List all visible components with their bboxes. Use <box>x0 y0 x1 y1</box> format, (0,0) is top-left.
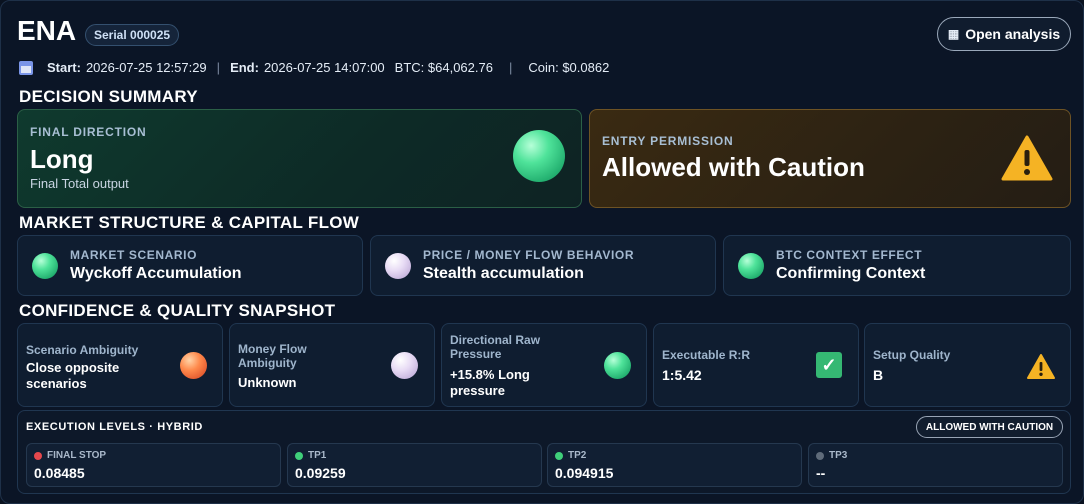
divider: | <box>508 60 513 75</box>
lilac-orb-icon <box>391 352 418 379</box>
money-flow-behavior-value: Stealth accumulation <box>423 265 584 282</box>
btc-price: BTC: $64,062.76 <box>394 60 493 75</box>
scenario-ambiguity-card: Scenario Ambiguity Close opposite scenar… <box>17 323 223 407</box>
end-value: 2026-07-25 14:07:00 <box>263 60 385 75</box>
long-orb-icon <box>513 130 565 182</box>
entry-permission-label: ENTRY PERMISSION <box>602 134 734 148</box>
green-dot-icon <box>295 451 303 460</box>
tp2-label-row: TP2 <box>555 450 586 461</box>
open-analysis-button[interactable]: ▦ Open analysis <box>937 17 1071 51</box>
final-direction-card: FINAL DIRECTION Long Final Total output <box>17 109 582 208</box>
analysis-panel: ENA Serial 000025 ▦ Open analysis Start:… <box>0 0 1084 504</box>
btc-context-card: BTC CONTEXT EFFECT Confirming Context <box>723 235 1071 296</box>
tp3-label: TP3 <box>829 450 848 461</box>
money-flow-ambiguity-label: Money Flow Ambiguity <box>238 342 307 370</box>
btc-context-value: Confirming Context <box>776 265 926 282</box>
directional-pressure-card: Directional Raw Pressure +15.8% Long pre… <box>441 323 647 407</box>
table-icon: ▦ <box>947 27 960 41</box>
coin-symbol: ENA <box>17 15 77 46</box>
money-flow-behavior-label: PRICE / MONEY FLOW BEHAVIOR <box>423 248 635 262</box>
coin-price: Coin: $0.0862 <box>528 60 610 75</box>
gray-dot-icon <box>816 451 824 460</box>
money-flow-behavior-card: PRICE / MONEY FLOW BEHAVIOR Stealth accu… <box>370 235 716 296</box>
green-orb-icon <box>32 253 58 279</box>
divider: | <box>216 60 221 75</box>
scenario-ambiguity-value: Close opposite scenarios <box>26 360 120 391</box>
start-value: 2026-07-25 12:57:29 <box>85 60 207 75</box>
permission-badge: ALLOWED WITH CAUTION <box>916 416 1063 438</box>
decision-summary-title: DECISION SUMMARY <box>19 87 198 106</box>
confidence-snapshot-title: CONFIDENCE & QUALITY SNAPSHOT <box>19 301 336 320</box>
execution-levels-title: EXECUTION LEVELS · HYBRID <box>26 421 203 433</box>
directional-pressure-label: Directional Raw Pressure <box>450 333 541 361</box>
final-stop-label-row: FINAL STOP <box>34 450 106 461</box>
calendar-icon <box>19 60 33 75</box>
red-dot-icon <box>34 451 42 460</box>
green-orb-icon <box>604 352 631 379</box>
tp1-label: TP1 <box>308 450 327 461</box>
open-analysis-label: Open analysis <box>965 26 1061 42</box>
tp1-label-row: TP1 <box>295 450 326 461</box>
tp3-label-row: TP3 <box>816 450 847 461</box>
market-structure-title: MARKET STRUCTURE & CAPITAL FLOW <box>19 213 360 232</box>
final-direction-value: Long <box>30 144 94 174</box>
btc-context-label: BTC CONTEXT EFFECT <box>776 248 923 262</box>
tp2-label: TP2 <box>568 450 587 461</box>
end-label: End: <box>230 60 259 75</box>
tp2-value: 0.094915 <box>555 465 614 481</box>
final-direction-sub: Final Total output <box>30 176 129 191</box>
setup-quality-label: Setup Quality <box>873 348 951 362</box>
serial-badge: Serial 000025 <box>85 24 180 46</box>
final-stop-level: FINAL STOP 0.08485 <box>26 443 281 487</box>
tp1-value: 0.09259 <box>295 465 346 481</box>
entry-permission-value: Allowed with Caution <box>602 152 865 182</box>
setup-quality-value: B <box>873 367 884 383</box>
market-scenario-value: Wyckoff Accumulation <box>70 265 242 282</box>
executable-rr-card: Executable R:R 1:5.42 ✓ <box>653 323 859 407</box>
final-stop-value: 0.08485 <box>34 465 85 481</box>
scenario-ambiguity-label: Scenario Ambiguity <box>26 343 139 357</box>
tp3-value: -- <box>816 465 826 481</box>
warning-icon <box>1027 354 1055 379</box>
tp3-level: TP3 -- <box>808 443 1063 487</box>
warning-icon <box>1001 135 1053 181</box>
checkmark-icon: ✓ <box>816 352 842 378</box>
entry-permission-card: ENTRY PERMISSION Allowed with Caution <box>589 109 1071 208</box>
session-meta: Start: 2026-07-25 12:57:29 | End: 2026-0… <box>19 60 609 75</box>
lilac-orb-icon <box>385 253 411 279</box>
executable-rr-value: 1:5.42 <box>662 367 702 383</box>
money-flow-ambiguity-card: Money Flow Ambiguity Unknown <box>229 323 435 407</box>
green-dot-icon <box>555 451 563 460</box>
final-stop-label: FINAL STOP <box>47 450 107 461</box>
orange-orb-icon <box>180 352 207 379</box>
executable-rr-label: Executable R:R <box>662 348 751 362</box>
directional-pressure-value: +15.8% Long pressure <box>450 367 530 398</box>
execution-levels-card: EXECUTION LEVELS · HYBRID ALLOWED WITH C… <box>17 410 1071 494</box>
tp2-level: TP2 0.094915 <box>547 443 802 487</box>
market-scenario-card: MARKET SCENARIO Wyckoff Accumulation <box>17 235 363 296</box>
tp1-level: TP1 0.09259 <box>287 443 542 487</box>
money-flow-ambiguity-value: Unknown <box>238 375 297 390</box>
final-direction-label: FINAL DIRECTION <box>30 125 147 139</box>
start-label: Start: <box>47 60 81 75</box>
market-scenario-label: MARKET SCENARIO <box>70 248 198 262</box>
green-orb-icon <box>738 253 764 279</box>
setup-quality-card: Setup Quality B <box>864 323 1071 407</box>
